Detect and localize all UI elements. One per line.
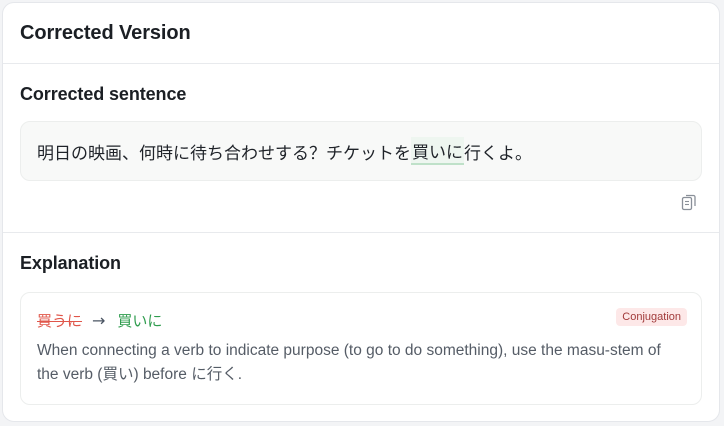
card-title: Corrected Version [20, 21, 191, 44]
corrected-version-card: Corrected Version Corrected sentence 明日の… [2, 2, 720, 422]
change-row: 買うに → 買いに [37, 309, 685, 331]
sentence-highlight: 買いに [411, 137, 464, 165]
copy-button[interactable] [679, 192, 699, 214]
card-header: Corrected Version [3, 3, 719, 64]
sentence-text-before: 明日の映画、何時に待ち合わせする？チケットを [37, 143, 411, 164]
explanation-text: When connecting a verb to indicate purpo… [37, 342, 661, 383]
explanation-section: Explanation 買うに → 買いに Conjugation When c… [3, 233, 719, 405]
explanation-item: 買うに → 買いに Conjugation When connecting a … [20, 292, 702, 405]
original-text: 買うに [37, 311, 83, 330]
corrected-sentence-section: Corrected sentence 明日の映画、何時に待ち合わせする？チケット… [3, 64, 719, 233]
explanation-title: Explanation [20, 253, 121, 273]
arrow-icon: → [92, 310, 106, 330]
corrected-text: 買いに [117, 311, 163, 330]
copy-icon [681, 194, 696, 211]
corrected-sentence-box: 明日の映画、何時に待ち合わせする？チケットを 買いに 行くよ。 [20, 121, 702, 181]
category-badge: Conjugation [616, 308, 687, 326]
corrected-sentence-title: Corrected sentence [20, 84, 187, 104]
sentence-text-after: 行くよ。 [464, 143, 532, 164]
